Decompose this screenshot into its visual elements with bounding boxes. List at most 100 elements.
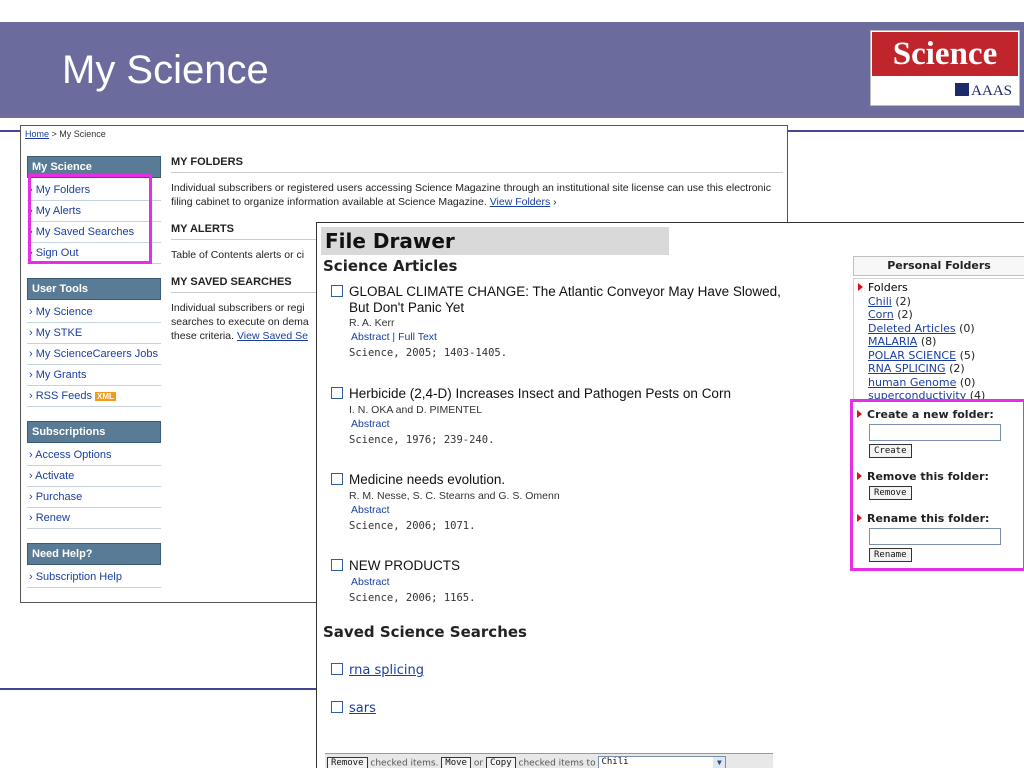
saved-search-item: rna splicing: [331, 663, 424, 678]
or-text: or: [473, 758, 484, 768]
article-citation: Science, 2005; 1403-1405.: [349, 347, 508, 359]
divider-line: [0, 130, 20, 132]
folder-item: Chili (2): [858, 295, 1024, 309]
breadcrumb-current: > My Science: [49, 129, 106, 139]
article-title-continued[interactable]: But Don't Panic Yet: [331, 300, 831, 315]
saved-search-link[interactable]: rna splicing: [349, 663, 424, 678]
view-saved-searches-link[interactable]: View Saved Se: [237, 330, 308, 342]
breadcrumb: Home > My Science: [25, 129, 106, 139]
folder-count: (5): [959, 348, 976, 362]
section-text-my-folders: Individual subscribers or registered use…: [171, 182, 771, 208]
article-authors: R. M. Nesse, S. C. Stearns and G. S. Ome…: [349, 490, 560, 502]
folder-count: (2): [949, 362, 965, 375]
remove-checked-button[interactable]: Remove: [327, 757, 368, 768]
my-folders-description: Individual subscribers or registered use…: [171, 182, 771, 208]
nav-head-subscriptions: Subscriptions: [27, 421, 161, 443]
saved-search-checkbox[interactable]: [331, 663, 343, 675]
view-folders-link[interactable]: View Folders: [490, 196, 551, 208]
folder-link[interactable]: POLAR SCIENCE: [868, 349, 956, 362]
article-item: NEW PRODUCTS Abstract Science, 2006; 116…: [331, 555, 831, 604]
bulk-action-bar: Remove checked items. Move or Copy check…: [325, 753, 773, 768]
nav-item-access-options[interactable]: › Access Options: [27, 445, 161, 466]
logo-wordmark: Science: [872, 32, 1018, 76]
file-drawer-title: File Drawer: [321, 227, 669, 255]
folders-label: Folders: [868, 281, 908, 294]
article-citation: Science, 2006; 1071.: [349, 520, 476, 532]
folder-link[interactable]: RNA SPLICING: [868, 362, 946, 375]
nav-item-my-grants[interactable]: › My Grants: [27, 365, 161, 386]
nav-item-rss-feeds[interactable]: › RSS Feeds XML: [27, 386, 161, 407]
folder-link[interactable]: Chili: [868, 295, 892, 308]
article-authors: I. N. OKA and D. PIMENTEL: [349, 404, 483, 416]
folder-item: RNA SPLICING (2): [858, 362, 1024, 376]
personal-folders-header: Personal Folders: [853, 256, 1024, 276]
folder-item: POLAR SCIENCE (5): [858, 349, 1024, 363]
article-title[interactable]: NEW PRODUCTS: [349, 558, 460, 573]
folder-count: (2): [897, 308, 913, 321]
nav-item-my-science[interactable]: › My Science: [27, 302, 161, 323]
move-button[interactable]: Move: [441, 757, 471, 768]
folder-item: human Genome (0): [858, 376, 1024, 390]
checked-items-to-text: checked items to: [518, 758, 596, 768]
nav-item-subscription-help[interactable]: › Subscription Help: [27, 567, 161, 588]
nav-item-my-sciencecareers-jobs[interactable]: › My ScienceCareers Jobs: [27, 344, 161, 365]
folder-count: (0): [959, 375, 976, 389]
folders-label-row: Folders: [858, 281, 1024, 295]
logo-publisher-text: AAAS: [971, 83, 1012, 99]
folder-item: MALARIA (8): [858, 335, 1024, 349]
saved-science-searches-heading: Saved Science Searches: [323, 623, 527, 641]
folder-link[interactable]: Corn: [868, 308, 894, 321]
science-logo: Science AAAS: [870, 30, 1020, 106]
article-title[interactable]: Herbicide (2,4-D) Increases Insect and P…: [349, 386, 731, 401]
breadcrumb-home-link[interactable]: Home: [25, 129, 49, 139]
saved-search-item: sars: [331, 701, 376, 716]
divider-line: [788, 130, 1024, 132]
saved-search-link[interactable]: sars: [349, 701, 376, 716]
arrow-right-icon: [858, 283, 863, 291]
article-links[interactable]: Abstract: [331, 418, 831, 430]
logo-publisher: AAAS: [872, 77, 1018, 105]
rss-feeds-label: › RSS Feeds: [29, 390, 92, 402]
nav-head-user-tools: User Tools: [27, 278, 161, 300]
highlight-box-folder-actions: [850, 399, 1024, 571]
xml-badge-icon: XML: [95, 392, 116, 401]
nav-item-activate[interactable]: › Activate: [27, 466, 161, 487]
article-citation: Science, 1976; 239-240.: [349, 434, 495, 446]
highlight-box-my-science-nav: [28, 174, 152, 264]
folders-list: Folders Chili (2) Corn (2) Deleted Artic…: [853, 278, 1024, 402]
target-folder-select[interactable]: Chili ▼: [598, 756, 727, 768]
folder-link[interactable]: Deleted Articles: [868, 322, 956, 335]
article-authors: R. A. Kerr: [349, 317, 395, 329]
copy-button[interactable]: Copy: [485, 757, 516, 768]
folder-item: Deleted Articles (0): [858, 322, 1024, 336]
article-citation: Science, 2006; 1165.: [349, 592, 476, 604]
article-item: GLOBAL CLIMATE CHANGE: The Atlantic Conv…: [331, 281, 831, 359]
article-checkbox[interactable]: [331, 559, 343, 571]
article-links[interactable]: Abstract | Full Text: [331, 331, 831, 343]
divider-line: [0, 688, 316, 690]
article-checkbox[interactable]: [331, 473, 343, 485]
folder-count: (0): [959, 321, 975, 335]
nav-item-renew[interactable]: › Renew: [27, 508, 161, 529]
folder-count: (2): [895, 294, 911, 308]
target-folder-value: Chili: [601, 757, 629, 767]
folder-link[interactable]: MALARIA: [868, 335, 917, 348]
aaas-mark-icon: [955, 83, 970, 96]
section-title-my-folders: MY FOLDERS: [171, 156, 783, 173]
folder-item: Corn (2): [858, 308, 1024, 322]
article-item: Herbicide (2,4-D) Increases Insect and P…: [331, 383, 831, 446]
science-articles-heading: Science Articles: [323, 257, 458, 275]
slide-title: My Science: [62, 48, 269, 92]
article-title[interactable]: GLOBAL CLIMATE CHANGE: The Atlantic Conv…: [349, 284, 781, 299]
nav-item-my-stke[interactable]: › My STKE: [27, 323, 161, 344]
folder-link[interactable]: human Genome: [868, 376, 956, 389]
saved-search-checkbox[interactable]: [331, 701, 343, 713]
folder-count: (8): [920, 335, 937, 348]
article-links[interactable]: Abstract: [331, 504, 831, 516]
article-title[interactable]: Medicine needs evolution.: [349, 472, 505, 487]
article-checkbox[interactable]: [331, 387, 343, 399]
article-checkbox[interactable]: [331, 285, 343, 297]
nav-item-purchase[interactable]: › Purchase: [27, 487, 161, 508]
section-text-my-saved-searches: Individual subscribers or regi searches …: [171, 301, 311, 343]
article-links[interactable]: Abstract: [331, 576, 831, 588]
